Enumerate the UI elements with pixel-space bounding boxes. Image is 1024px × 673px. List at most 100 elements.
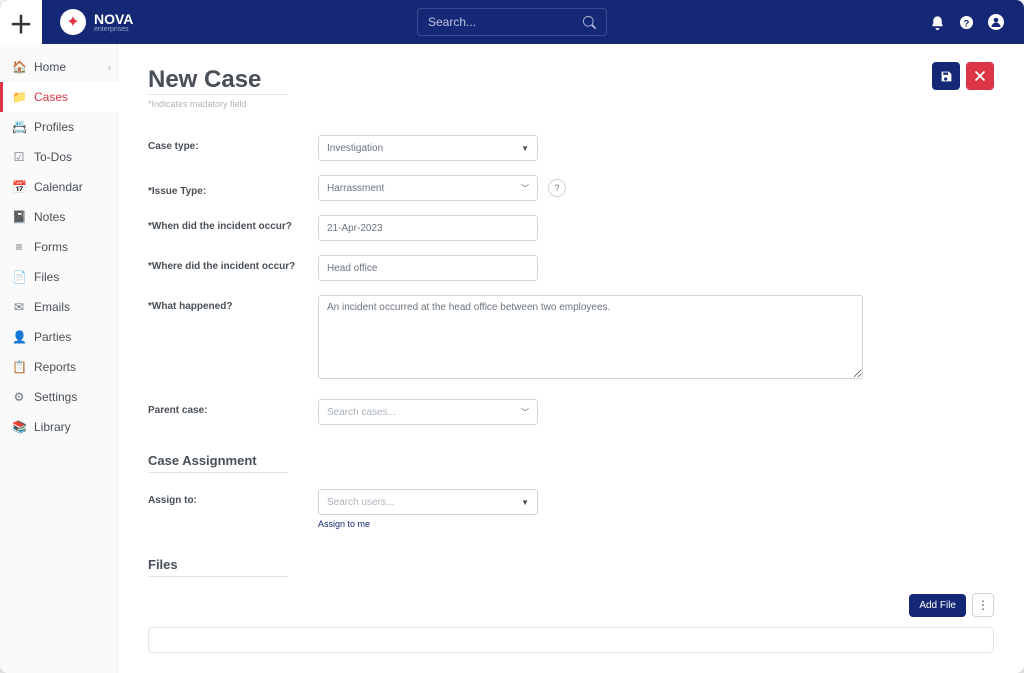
user-icon[interactable] xyxy=(988,14,1004,30)
library-icon: 📚 xyxy=(12,420,26,434)
app-window: ＋ ✦ NOVA enterprises ? xyxy=(0,0,1024,673)
parent-case-placeholder: Search cases... xyxy=(327,407,396,418)
brand-subtitle: enterprises xyxy=(94,26,133,33)
add-button[interactable]: ＋ xyxy=(0,0,42,44)
where-input[interactable] xyxy=(318,255,538,281)
sidebar-item-emails[interactable]: ✉ Emails xyxy=(0,292,117,322)
issue-type-select[interactable]: Harrassment ﹀ xyxy=(318,175,538,201)
mandatory-note: *Indicates madatory field xyxy=(148,99,994,109)
sidebar: 🏠 Home ‹ 📁 Cases 📇 Profiles ☑ To-Dos 📅 Calenda… xyxy=(0,44,118,673)
when-label: *When did the incident occur? xyxy=(148,215,318,232)
main-content: New Case *Indicates madatory field Case … xyxy=(118,44,1024,673)
sidebar-item-label: Forms xyxy=(34,240,68,254)
sidebar-item-label: Files xyxy=(34,270,59,284)
svg-text:?: ? xyxy=(964,18,970,28)
help-icon[interactable]: ? xyxy=(959,15,974,30)
sidebar-item-label: Emails xyxy=(34,300,70,314)
search-input[interactable] xyxy=(428,15,583,29)
what-textarea[interactable] xyxy=(318,295,863,379)
profile-icon: 📇 xyxy=(12,120,26,134)
sidebar-item-files[interactable]: 📄 Files xyxy=(0,262,117,292)
divider xyxy=(148,472,288,473)
close-icon xyxy=(974,70,986,82)
assignment-heading: Case Assignment xyxy=(148,453,994,468)
files-icon: 📄 xyxy=(12,270,26,284)
search-icon[interactable] xyxy=(583,16,596,29)
star-icon: ✦ xyxy=(66,12,79,32)
assign-to-placeholder: Search users... xyxy=(327,497,394,508)
divider xyxy=(148,94,288,95)
sidebar-item-label: Notes xyxy=(34,210,65,224)
sidebar-item-profiles[interactable]: 📇 Profiles xyxy=(0,112,117,142)
kebab-icon: ⋮ xyxy=(977,598,989,612)
sidebar-item-todos[interactable]: ☑ To-Dos xyxy=(0,142,117,172)
issue-type-help[interactable]: ? xyxy=(548,179,566,197)
what-label: *What happened? xyxy=(148,295,318,312)
notes-icon: 📓 xyxy=(12,210,26,224)
page-title: New Case xyxy=(148,66,994,94)
search-box[interactable] xyxy=(417,8,607,36)
sidebar-item-label: Cases xyxy=(34,90,68,104)
case-type-label: Case type: xyxy=(148,135,318,152)
chevron-down-icon: ﹀ xyxy=(521,407,529,418)
sidebar-item-notes[interactable]: 📓 Notes xyxy=(0,202,117,232)
sidebar-item-label: Library xyxy=(34,420,71,434)
assign-to-select[interactable]: Search users... ▼ xyxy=(318,489,538,515)
sidebar-item-cases[interactable]: 📁 Cases xyxy=(0,82,118,112)
assign-to-me-link[interactable]: Assign to me xyxy=(318,519,538,529)
issue-type-label: *Issue Type: xyxy=(148,180,318,197)
folder-icon: 📁 xyxy=(12,90,26,104)
save-button[interactable] xyxy=(932,62,960,90)
settings-icon: ⚙ xyxy=(12,390,26,404)
case-type-select[interactable]: Investigation ▼ xyxy=(318,135,538,161)
sidebar-item-label: Reports xyxy=(34,360,76,374)
caret-down-icon: ▼ xyxy=(521,498,529,507)
reports-icon: 📋 xyxy=(12,360,26,374)
divider xyxy=(148,576,288,577)
sidebar-item-parties[interactable]: 👤 Parties xyxy=(0,322,117,352)
parent-case-select[interactable]: Search cases... ﹀ xyxy=(318,399,538,425)
sidebar-item-forms[interactable]: ≡ Forms xyxy=(0,232,117,262)
save-icon xyxy=(940,70,953,83)
search-container xyxy=(417,8,607,36)
logo-badge: ✦ xyxy=(60,9,86,35)
where-label: *Where did the incident occur? xyxy=(148,255,318,272)
assign-to-label: Assign to: xyxy=(148,489,318,506)
file-list-placeholder xyxy=(148,627,994,653)
sidebar-item-home[interactable]: 🏠 Home ‹ xyxy=(0,52,117,82)
cancel-button[interactable] xyxy=(966,62,994,90)
sidebar-item-label: Settings xyxy=(34,390,77,404)
brand-name: NOVA xyxy=(94,12,133,26)
sidebar-item-reports[interactable]: 📋 Reports xyxy=(0,352,117,382)
sidebar-item-calendar[interactable]: 📅 Calendar xyxy=(0,172,117,202)
sidebar-item-label: Calendar xyxy=(34,180,83,194)
issue-type-value: Harrassment xyxy=(327,183,384,194)
case-type-value: Investigation xyxy=(327,143,383,154)
chevron-left-icon: ‹ xyxy=(108,62,111,72)
body: 🏠 Home ‹ 📁 Cases 📇 Profiles ☑ To-Dos 📅 Calenda… xyxy=(0,44,1024,673)
calendar-icon: 📅 xyxy=(12,180,26,194)
top-header: ＋ ✦ NOVA enterprises ? xyxy=(0,0,1024,44)
sidebar-item-label: Profiles xyxy=(34,120,74,134)
notifications-icon[interactable] xyxy=(930,15,945,30)
add-file-button[interactable]: Add File xyxy=(909,594,966,617)
check-icon: ☑ xyxy=(12,150,26,164)
file-more-button[interactable]: ⋮ xyxy=(972,593,994,617)
sidebar-item-label: To-Dos xyxy=(34,150,72,164)
home-icon: 🏠 xyxy=(12,60,26,74)
files-actions: Add File ⋮ xyxy=(148,593,994,617)
when-input[interactable] xyxy=(318,215,538,241)
sidebar-item-library[interactable]: 📚 Library xyxy=(0,412,117,442)
parent-case-label: Parent case: xyxy=(148,399,318,416)
forms-icon: ≡ xyxy=(12,240,26,254)
chevron-down-icon: ﹀ xyxy=(521,183,529,194)
question-icon: ? xyxy=(554,183,559,193)
sidebar-item-label: Parties xyxy=(34,330,71,344)
sidebar-item-settings[interactable]: ⚙ Settings xyxy=(0,382,117,412)
page-actions xyxy=(932,62,994,90)
parties-icon: 👤 xyxy=(12,330,26,344)
brand-logo[interactable]: ✦ NOVA enterprises xyxy=(60,9,133,35)
header-actions: ? xyxy=(930,14,1024,30)
emails-icon: ✉ xyxy=(12,300,26,314)
sidebar-item-label: Home xyxy=(34,60,66,74)
